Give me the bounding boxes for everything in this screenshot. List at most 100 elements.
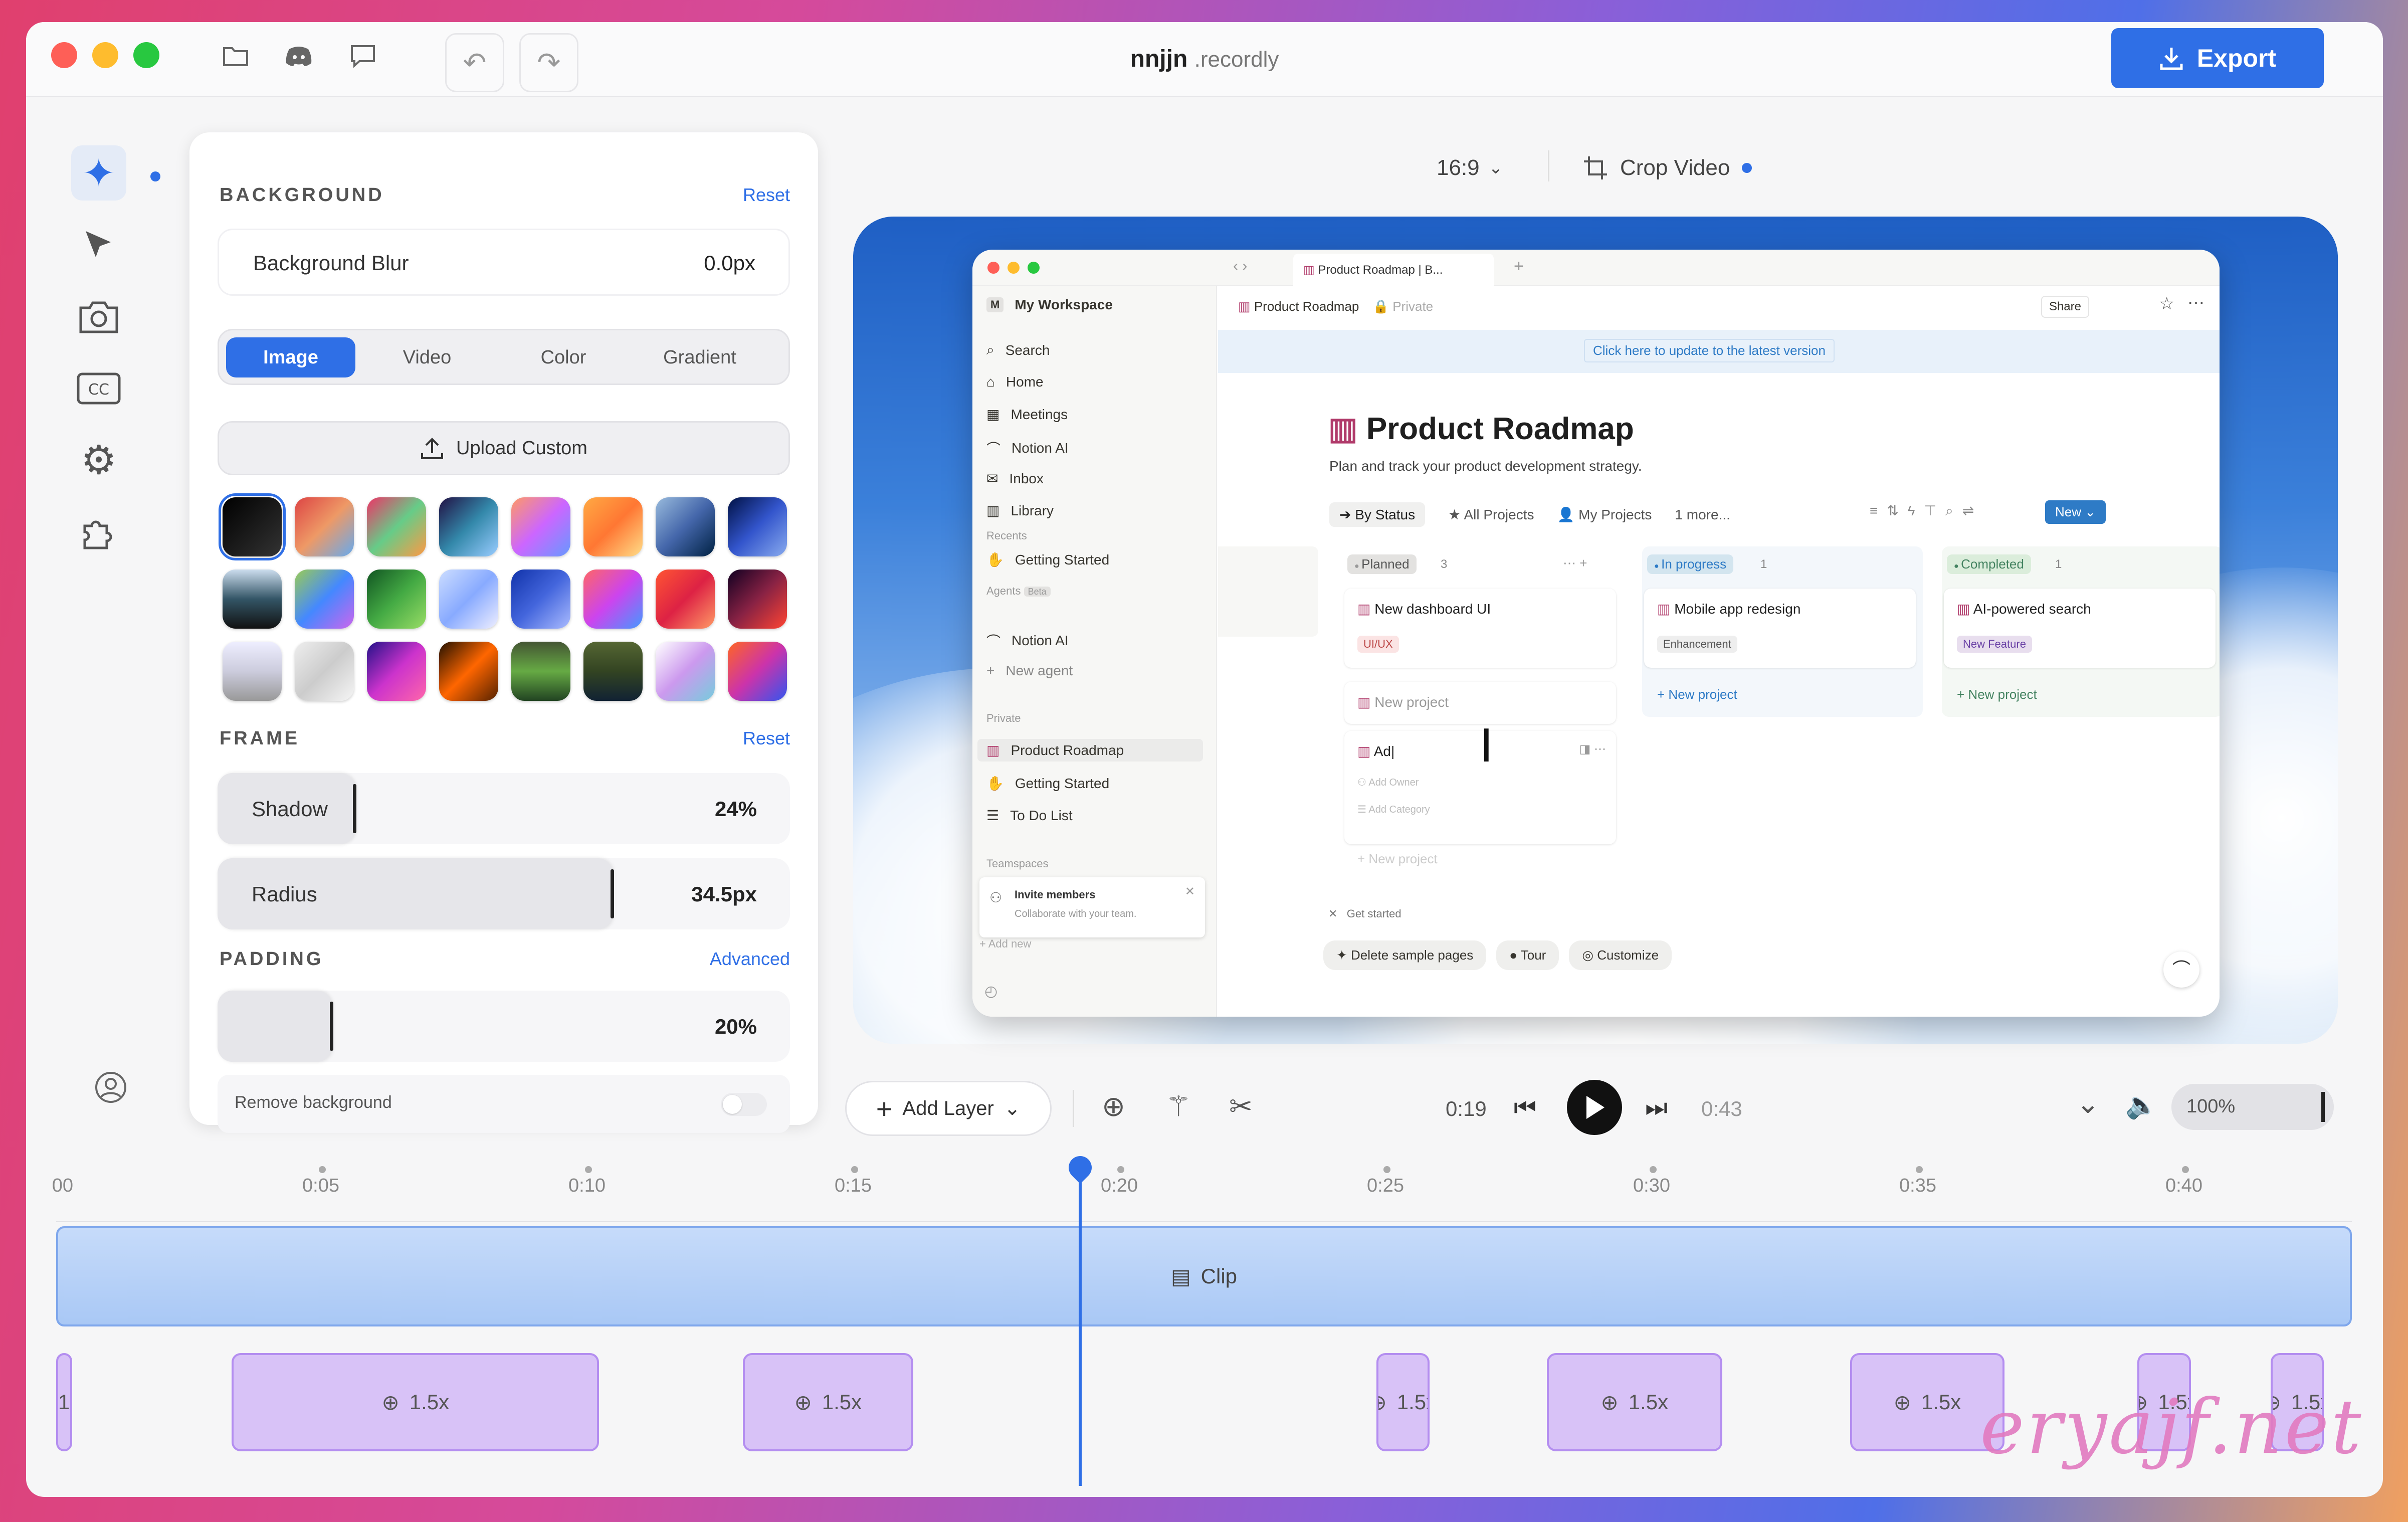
card-actions-icon[interactable]: ◨ ⋯	[1579, 742, 1606, 756]
view-tab-mine[interactable]: 👤 My Projects	[1557, 506, 1652, 523]
sidebar-item-search[interactable]: ⌕ Search	[986, 342, 1050, 358]
chevron-down-icon[interactable]: ⌄	[2076, 1087, 2100, 1120]
skip-back-icon[interactable]: ⏮	[1514, 1093, 1536, 1122]
help-icon[interactable]: ◴	[984, 983, 997, 1000]
wallpaper-swatch[interactable]	[367, 497, 426, 556]
wallpaper-swatch[interactable]	[367, 569, 426, 629]
sidebar-item-recent[interactable]: ✋ Getting Started	[986, 551, 1109, 568]
zoom-segment[interactable]: ⊕1.5x	[56, 1353, 72, 1451]
padding-slider-handle[interactable]	[330, 1002, 333, 1051]
volume-slider[interactable]: 100%	[2171, 1084, 2334, 1130]
account-icon[interactable]	[88, 1065, 133, 1110]
sidebar-item-getting-started[interactable]: ✋ Getting Started	[986, 775, 1109, 792]
editing-text[interactable]: Ad	[1374, 743, 1391, 759]
captions-icon[interactable]: CC	[71, 361, 126, 416]
padding-advanced-link[interactable]: Advanced	[710, 948, 790, 970]
wallpaper-swatch[interactable]	[439, 642, 498, 701]
get-started-row[interactable]: ✕ Get started	[1328, 907, 1401, 920]
volume-handle[interactable]	[2321, 1092, 2325, 1122]
cursor-icon[interactable]	[71, 219, 126, 274]
share-button[interactable]: Share	[2041, 296, 2089, 318]
new-button[interactable]: New ⌄	[2045, 500, 2106, 524]
settings-icon[interactable]: ⚙	[71, 432, 126, 487]
view-tab-status[interactable]: ➔ By Status	[1329, 502, 1426, 527]
camera-icon[interactable]	[71, 290, 126, 345]
wallpaper-swatch[interactable]	[439, 569, 498, 629]
view-toolbar-icons[interactable]: ≡⇅ϟ⊤⌕⇌	[1870, 502, 1983, 519]
wallpaper-swatch[interactable]	[583, 642, 643, 701]
wallpaper-swatch[interactable]	[728, 569, 787, 629]
wallpaper-swatch[interactable]	[295, 642, 354, 701]
sidebar-item-new-agent[interactable]: + New agent	[986, 663, 1073, 679]
column-status-pill[interactable]: ● In progress	[1647, 554, 1734, 574]
add-layer-button[interactable]: + Add Layer ⌄	[845, 1081, 1052, 1136]
shadow-slider[interactable]: Shadow 24%	[218, 773, 790, 844]
clip-track[interactable]: ▤ Clip	[56, 1226, 2352, 1326]
column-status-pill[interactable]: ● Planned	[1347, 554, 1417, 574]
more-icon[interactable]: ⋯	[2187, 293, 2204, 313]
background-reset-link[interactable]: Reset	[743, 184, 790, 206]
upload-custom-button[interactable]: Upload Custom	[218, 421, 790, 475]
wallpaper-swatch[interactable]	[656, 642, 715, 701]
view-tab-all[interactable]: ★ All Projects	[1448, 506, 1534, 523]
shadow-slider-handle[interactable]	[353, 784, 356, 833]
column-status-pill[interactable]: ● Completed	[1947, 554, 2031, 574]
close-icon[interactable]: ✕	[1185, 884, 1195, 899]
magic-wand-icon[interactable]: ⚚	[1166, 1090, 1191, 1123]
wallpaper-swatch[interactable]	[656, 497, 715, 556]
add-category[interactable]: Add Category	[1368, 804, 1430, 815]
customize-button[interactable]: ◎ Customize	[1569, 940, 1672, 970]
sidebar-item-inbox[interactable]: ✉ Inbox	[986, 470, 1044, 487]
padding-slider[interactable]: 20%	[218, 991, 790, 1062]
wallpaper-swatch[interactable]	[223, 569, 282, 629]
wallpaper-swatch[interactable]	[511, 569, 570, 629]
sidebar-item-home[interactable]: ⌂ Home	[986, 374, 1044, 390]
browser-tab[interactable]: ▥ Product Roadmap | B...	[1293, 254, 1494, 286]
tab-video[interactable]: Video	[362, 337, 492, 377]
wallpaper-swatch[interactable]	[583, 569, 643, 629]
sidebar-item-product-roadmap[interactable]: ▥ Product Roadmap	[977, 739, 1203, 762]
export-button[interactable]: Export	[2111, 28, 2324, 88]
sidebar-item-library[interactable]: ▥ Library	[986, 502, 1054, 519]
back-icon[interactable]: ‹ ›	[1233, 258, 1247, 275]
wallpaper-swatch[interactable]	[583, 497, 643, 556]
tab-color[interactable]: Color	[499, 337, 628, 377]
tab-image[interactable]: Image	[226, 337, 355, 377]
column-actions-icon[interactable]: ⋯ +	[1563, 555, 1587, 571]
wallpaper-swatch[interactable]	[219, 493, 286, 560]
remove-background-toggle[interactable]	[721, 1093, 767, 1116]
delete-sample-pages-button[interactable]: ✦ Delete sample pages	[1323, 940, 1487, 970]
board-card[interactable]: ▥ New dashboard UI UI/UX	[1344, 589, 1616, 668]
wallpaper-swatch[interactable]	[223, 642, 282, 701]
background-blur-row[interactable]: Background Blur 0.0px	[218, 229, 790, 296]
wallpaper-swatch[interactable]	[728, 642, 787, 701]
sidebar-item-notion-ai[interactable]: ⌒ Notion AI	[986, 631, 1069, 651]
update-banner-link[interactable]: Click here to update to the latest versi…	[1584, 339, 1835, 362]
zoom-segment[interactable]: ⊕1.5x	[742, 1353, 913, 1451]
board-card[interactable]: ▥ Mobile app redesign Enhancement	[1644, 589, 1916, 668]
zoom-segment[interactable]: ⊕1.5x	[1376, 1353, 1430, 1451]
new-project-link[interactable]: + New project	[1657, 687, 1737, 702]
sidebar-item-notion-ai[interactable]: ⌒ Notion AI	[986, 438, 1069, 458]
breadcrumb[interactable]: Product Roadmap	[1254, 299, 1359, 314]
wallpaper-swatch[interactable]	[295, 497, 354, 556]
play-button[interactable]	[1567, 1080, 1622, 1135]
zoom-segment[interactable]: ⊕1.5x	[1546, 1353, 1723, 1451]
invite-members-card[interactable]: Invite members Collaborate with your tea…	[979, 877, 1205, 937]
playhead-line[interactable]	[1079, 1165, 1082, 1486]
new-project-card[interactable]: ▥ New project	[1344, 682, 1616, 724]
wallpaper-swatch[interactable]	[656, 569, 715, 629]
wallpaper-swatch[interactable]	[728, 497, 787, 556]
wallpaper-swatch[interactable]	[511, 497, 570, 556]
sidebar-item-meetings[interactable]: ▦ Meetings	[986, 406, 1068, 423]
frame-reset-link[interactable]: Reset	[743, 728, 790, 749]
skip-forward-icon[interactable]: ⏭	[1645, 1093, 1668, 1122]
wallpaper-swatch[interactable]	[367, 642, 426, 701]
wallpaper-swatch[interactable]	[295, 569, 354, 629]
tour-button[interactable]: ● Tour	[1496, 940, 1559, 970]
board-card[interactable]: ▥ AI-powered search New Feature	[1944, 589, 2216, 668]
zoom-segment[interactable]: ⊕1.5x	[232, 1353, 599, 1451]
notion-ai-fab[interactable]: ⌒	[2163, 952, 2199, 988]
crop-video-button[interactable]: Crop Video	[1583, 155, 1752, 180]
volume-icon[interactable]: 🔈	[2125, 1090, 2158, 1120]
